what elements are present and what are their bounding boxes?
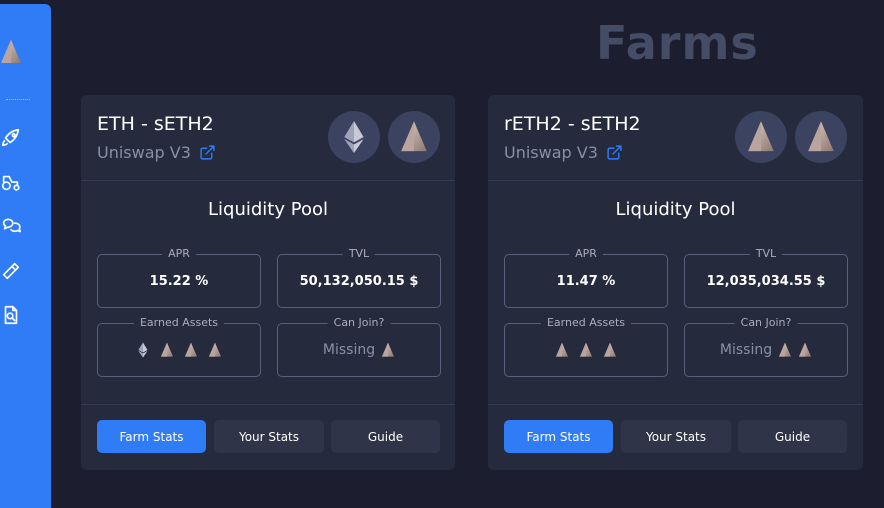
seth2-asset-icon: [555, 342, 569, 358]
tvl-label: TVL: [749, 247, 783, 260]
earned-assets-label: Earned Assets: [540, 316, 632, 329]
farm-card: rETH2 - sETH2 Uniswap V3 Liquidity Pool …: [488, 95, 863, 470]
eth-asset-icon: [136, 342, 150, 358]
sidebar-divider: [6, 99, 30, 100]
apr-label: APR: [162, 247, 196, 260]
can-join-box: Can Join? Missing: [277, 316, 441, 377]
external-link-icon[interactable]: [199, 144, 216, 161]
eth-token-icon: [328, 111, 380, 163]
tractor-icon[interactable]: [0, 172, 22, 194]
rocket-icon[interactable]: [0, 127, 22, 149]
farm-stats-button[interactable]: Farm Stats: [504, 420, 613, 453]
dex-link[interactable]: Uniswap V3: [504, 143, 623, 162]
apr-value: 11.47 %: [556, 273, 616, 289]
token-asset-icon: [208, 342, 222, 358]
missing-token-icon: [778, 342, 792, 358]
your-stats-button[interactable]: Your Stats: [214, 420, 324, 453]
chat-icon[interactable]: [0, 215, 22, 237]
missing-token-icon: [381, 342, 395, 358]
document-search-icon[interactable]: [0, 304, 22, 326]
tvl-value: 50,132,050.15 $: [299, 273, 419, 289]
tvl-box: TVL 12,035,034.55 $: [684, 247, 848, 308]
divider: [81, 404, 455, 405]
divider: [488, 404, 863, 405]
app-logo-icon[interactable]: [0, 38, 22, 70]
seth2-token-icon: [795, 111, 847, 163]
can-join-label: Can Join?: [734, 316, 798, 329]
missing-status: Missing: [322, 342, 376, 358]
apr-label: APR: [569, 247, 603, 260]
farm-stats-button[interactable]: Farm Stats: [97, 420, 206, 453]
earned-assets-box: Earned Assets: [504, 316, 668, 377]
token-asset-icon: [603, 342, 617, 358]
guide-button[interactable]: Guide: [331, 420, 440, 453]
tvl-box: TVL 50,132,050.15 $: [277, 247, 441, 308]
can-join-label: Can Join?: [327, 316, 391, 329]
dex-name: Uniswap V3: [97, 143, 191, 162]
your-stats-button[interactable]: Your Stats: [621, 420, 731, 453]
pair-name: ETH - sETH2: [97, 113, 214, 135]
seth2-asset-icon: [160, 342, 174, 358]
missing-token-icon: [798, 342, 812, 358]
farm-card-header: ETH - sETH2 Uniswap V3: [81, 95, 455, 181]
apr-box: APR 11.47 %: [504, 247, 668, 308]
dex-name: Uniswap V3: [504, 143, 598, 162]
missing-status: Missing: [719, 342, 773, 358]
page-title: Farms: [596, 16, 759, 70]
farm-card: ETH - sETH2 Uniswap V3 Liquidity Pool AP…: [81, 95, 455, 470]
reth2-token-icon: [735, 111, 787, 163]
farm-card-header: rETH2 - sETH2 Uniswap V3: [488, 95, 863, 181]
earned-assets-box: Earned Assets: [97, 316, 261, 377]
dex-link[interactable]: Uniswap V3: [97, 143, 216, 162]
section-title: Liquidity Pool: [208, 199, 328, 220]
reth2-asset-icon: [184, 342, 198, 358]
earned-assets-label: Earned Assets: [133, 316, 225, 329]
apr-box: APR 15.22 %: [97, 247, 261, 308]
guide-button[interactable]: Guide: [738, 420, 847, 453]
section-title: Liquidity Pool: [615, 199, 736, 220]
can-join-box: Can Join? Missing: [684, 316, 848, 377]
sidebar: [0, 4, 51, 508]
reth2-asset-icon: [579, 342, 593, 358]
tvl-label: TVL: [342, 247, 376, 260]
apr-value: 15.22 %: [149, 273, 209, 289]
tvl-value: 12,035,034.55 $: [706, 273, 826, 289]
pair-name: rETH2 - sETH2: [504, 113, 641, 135]
seth2-token-icon: [388, 111, 440, 163]
hammer-icon[interactable]: [0, 260, 22, 282]
external-link-icon[interactable]: [606, 144, 623, 161]
